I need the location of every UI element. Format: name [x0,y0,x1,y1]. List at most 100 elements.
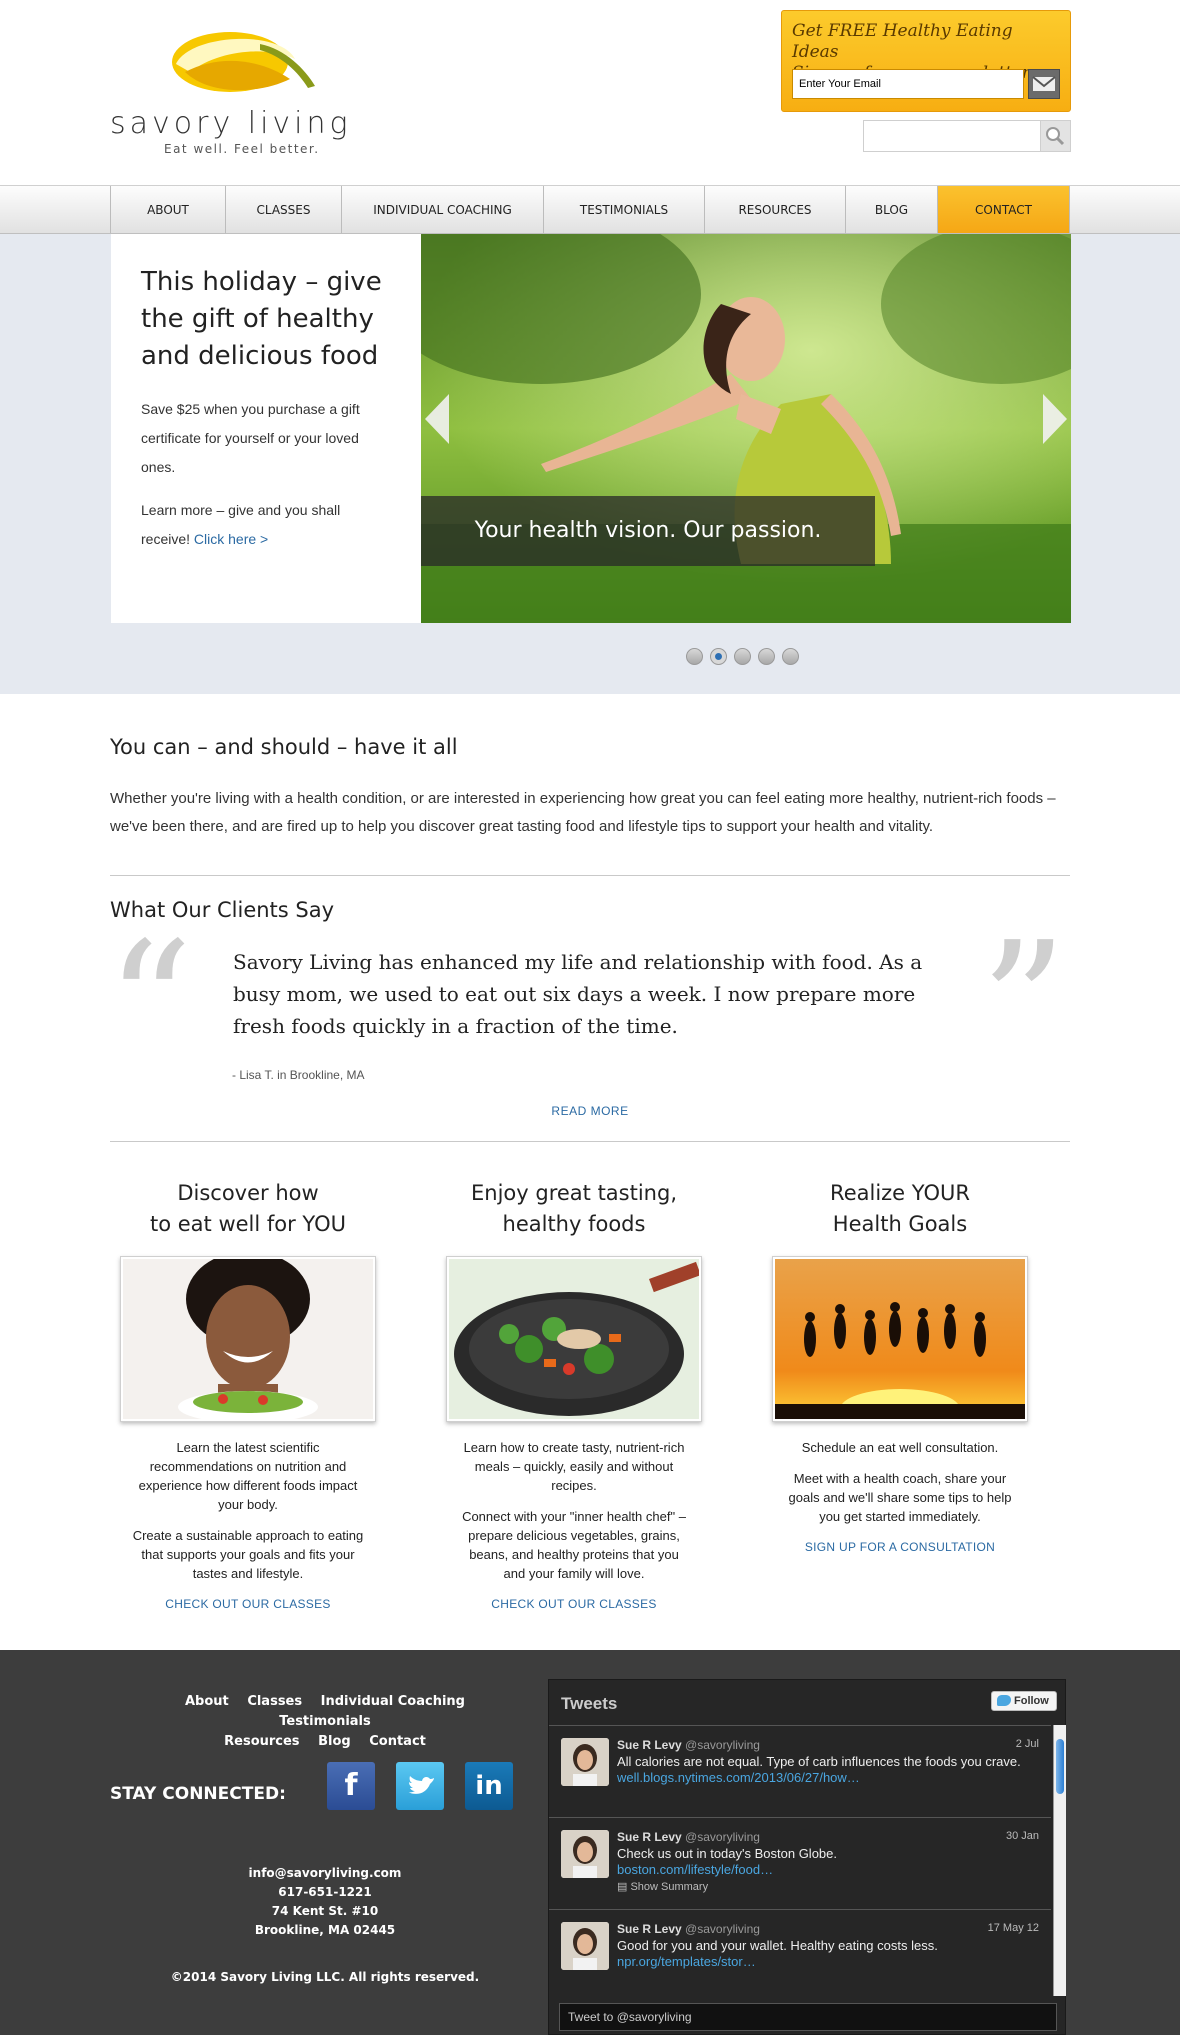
search-input[interactable] [864,121,1040,151]
tweet-link[interactable]: well.blogs.nytimes.com/2013/06/27/how… [617,1770,860,1785]
nav-item-about[interactable]: ABOUT [111,186,226,233]
tweet-body: All calories are not equal. Type of carb… [617,1754,1021,1769]
footer-link-testimonials[interactable]: Testimonials [279,1714,371,1729]
footer-link-classes[interactable]: Classes [247,1694,302,1709]
nav-item-classes[interactable]: CLASSES [226,186,342,233]
brand-tagline: Eat well. Feel better. [164,142,320,156]
search-button[interactable] [1040,121,1070,151]
nav-item-blog[interactable]: BLOG [846,186,938,233]
logo[interactable]: savory living Eat well. Feel better. [110,24,360,159]
footer-email[interactable]: info@savoryliving.com [170,1864,480,1883]
footer-link-individual-coaching[interactable]: Individual Coaching [321,1694,465,1709]
tweet-handle: @savoryliving [685,1922,760,1936]
twitter-icon[interactable] [396,1762,444,1810]
slide-prev-arrow-icon[interactable] [423,392,451,446]
nav-item-resources[interactable]: RESOURCES [705,186,846,233]
feature-image [446,1256,702,1422]
show-summary-button[interactable]: ▤ Show Summary [617,1880,708,1893]
nav-menu: ABOUT CLASSES INDIVIDUAL COACHING TESTIM… [110,186,1070,233]
tweet-date[interactable]: 2 Jul [1016,1738,1039,1750]
feature-column-health-goals: Realize YOUR Health Goals Schedule an ea… [760,1178,1040,1557]
tweet-author-name: Sue R Levy [617,1830,682,1844]
tweet[interactable]: Sue R Levy @savoryliving 17 May 12 Good … [549,1910,1051,2002]
magnifier-icon [1046,127,1065,146]
feature-image [120,1256,376,1422]
twitter-bird-icon [997,1695,1011,1706]
scrollbar-thumb[interactable] [1056,1739,1064,1794]
nav-item-testimonials[interactable]: TESTIMONIALS [544,186,705,233]
nav-item-contact[interactable]: CONTACT [938,186,1070,233]
hero-slideshow: Your health vision. Our passion. [421,234,1071,623]
newsletter-submit-button[interactable] [1028,69,1060,99]
copyright: ©2014 Savory Living LLC. All rights rese… [170,1970,480,1984]
slide-next-arrow-icon[interactable] [1041,392,1069,446]
feature-text: Schedule an eat well consultation. Meet … [784,1438,1016,1557]
check-out-classes-link[interactable]: CHECK OUT OUR CLASSES [458,1595,690,1614]
hero-title: This holiday – give the gift of healthy … [141,267,382,371]
logo-swirl-icon [172,32,315,92]
tweet-link[interactable]: boston.com/lifestyle/food… [617,1862,773,1877]
divider [110,875,1070,876]
tweet-text: All calories are not equal. Type of carb… [617,1754,1037,1786]
footer-link-contact[interactable]: Contact [369,1734,426,1749]
footer-link-resources[interactable]: Resources [224,1734,299,1749]
tweet-date[interactable]: 30 Jan [1006,1830,1039,1842]
footer-phone: 617-651-1221 [278,1885,372,1899]
tweet-to-input[interactable]: Tweet to @savoryliving [559,2003,1057,2031]
close-quote-icon: ” [980,906,1067,1104]
feature-title: Discover how to eat well for YOU [108,1178,388,1256]
tweet-author[interactable]: Sue R Levy @savoryliving [617,1738,760,1752]
intro-heading: You can – and should – have it all [110,735,458,759]
check-out-classes-link[interactable]: CHECK OUT OUR CLASSES [132,1595,364,1614]
feature-image [772,1256,1028,1422]
hero-click-here-link[interactable]: Click here > [194,531,268,547]
tweet-handle: @savoryliving [685,1738,760,1752]
tweet-link[interactable]: npr.org/templates/stor… [617,1954,756,1969]
slide-dot-3[interactable] [734,648,751,665]
twitter-bird-icon [408,1776,434,1794]
intro-text: Whether you're living with a health cond… [110,790,1056,835]
footer-links-row-1: About Classes Individual Coaching Testim… [140,1692,510,1732]
tweets-heading: Tweets [561,1694,618,1713]
nav-item-individual-coaching[interactable]: INDIVIDUAL COACHING [342,186,544,233]
feature-title: Enjoy great tasting, healthy foods [434,1178,714,1256]
feature-text: Learn the latest scientific recommendati… [132,1438,364,1614]
avatar[interactable] [561,1738,609,1786]
hero-promo: This holiday – give the gift of healthy … [111,234,421,623]
footer-contact: info@savoryliving.com 617-651-1221 74 Ke… [170,1864,480,1940]
slide-dot-5[interactable] [782,648,799,665]
newsletter-signup: Get FREE Healthy Eating Ideas Sign up fo… [781,10,1071,112]
slide-dot-1[interactable] [686,648,703,665]
testimonial-quote: Savory Living has enhanced my life and r… [233,950,923,1038]
tweet-list: Sue R Levy @savoryliving 2 Jul All calor… [549,1725,1051,1996]
tweet-scrollbar[interactable] [1053,1725,1066,1996]
footer-link-about[interactable]: About [185,1694,229,1709]
site-search [863,120,1071,152]
facebook-icon[interactable]: f [327,1762,375,1810]
twitter-follow-button[interactable]: Follow [991,1691,1057,1711]
open-quote-icon: “ [106,906,193,1104]
sign-up-consultation-link[interactable]: SIGN UP FOR A CONSULTATION [784,1538,1016,1557]
tweet-author[interactable]: Sue R Levy @savoryliving [617,1830,760,1844]
footer-links: About Classes Individual Coaching Testim… [140,1692,510,1752]
stay-connected-label: STAY CONNECTED: [110,1784,286,1804]
slide-dot-2[interactable] [710,648,727,665]
tweet-text: Check us out in today's Boston Globe. bos… [617,1846,1037,1878]
read-more-link[interactable]: READ MORE [520,1104,660,1118]
newsletter-title-line1: Get FREE Healthy Eating Ideas [792,21,1013,62]
slide-dot-4[interactable] [758,648,775,665]
feature-paragraph-1: Learn the latest scientific recommendati… [138,1440,358,1512]
linkedin-icon[interactable]: in [465,1762,513,1810]
avatar[interactable] [561,1830,609,1878]
tweet-date[interactable]: 17 May 12 [988,1922,1039,1934]
jumping-silhouettes-photo [775,1259,1025,1419]
tweet[interactable]: Sue R Levy @savoryliving 30 Jan Check us… [549,1818,1051,1910]
twitter-follow-label: Follow [1014,1695,1049,1707]
feature-title-line2: Health Goals [832,1212,968,1236]
tweet[interactable]: Sue R Levy @savoryliving 2 Jul All calor… [549,1726,1051,1818]
tweet-author[interactable]: Sue R Levy @savoryliving [617,1922,760,1936]
feature-title-line2: to eat well for YOU [149,1212,347,1236]
newsletter-email-input[interactable]: Enter Your Email [792,69,1024,99]
avatar[interactable] [561,1922,609,1970]
footer-link-blog[interactable]: Blog [318,1734,351,1749]
